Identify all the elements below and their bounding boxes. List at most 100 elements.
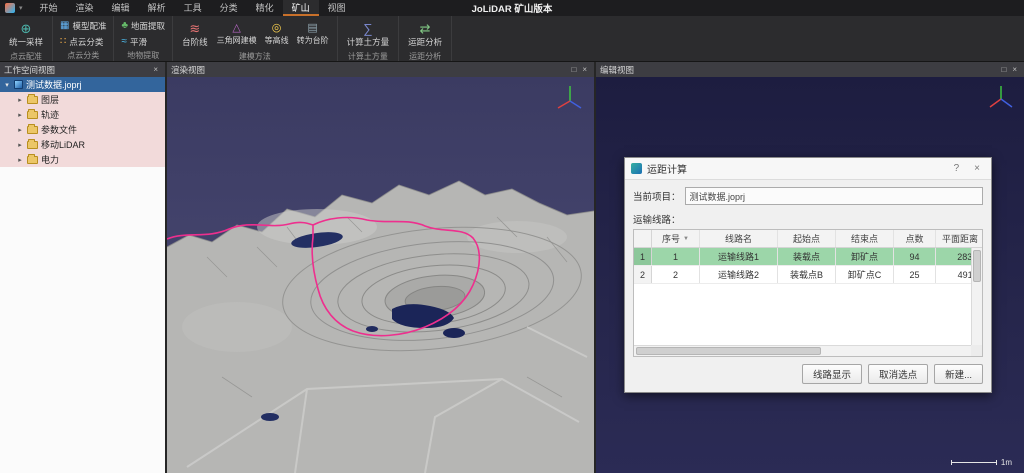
project-label: 测试数据.joprj <box>26 78 82 91</box>
col-plane-distance[interactable]: 平面距离（米） <box>936 230 983 247</box>
expander-icon[interactable]: ▸ <box>16 111 24 119</box>
tree-item-parameter-files[interactable]: ▸ 参数文件 <box>0 122 165 137</box>
expander-icon[interactable]: ▸ <box>16 126 24 134</box>
haul-distance-button[interactable]: ⇄ 运距分析 <box>403 17 447 51</box>
folder-icon <box>27 96 38 104</box>
menu-tab-start[interactable]: 开始 <box>31 0 67 16</box>
to-bench-button[interactable]: ▤ 转为台阶 <box>293 22 333 46</box>
point-cloud-scene[interactable] <box>167 77 594 473</box>
row-gutter[interactable]: 2 <box>634 266 652 283</box>
col-point-count[interactable]: 点数 <box>894 230 936 247</box>
app-logo-icon <box>5 3 15 13</box>
current-project-field[interactable] <box>685 187 983 205</box>
new-route-button[interactable]: 新建... <box>934 364 983 384</box>
show-route-button[interactable]: 线路显示 <box>802 364 862 384</box>
tree-item-label: 参数文件 <box>41 123 77 136</box>
tin-modeling-button[interactable]: △ 三角网建模 <box>213 22 261 46</box>
tin-icon: △ <box>232 22 240 35</box>
expander-icon[interactable]: ▸ <box>16 141 24 149</box>
folder-icon <box>27 111 38 119</box>
cell-seq: 2 <box>652 266 700 283</box>
folder-icon <box>27 126 38 134</box>
cell-seq: 1 <box>652 248 700 265</box>
close-icon[interactable]: × <box>1009 65 1020 74</box>
contour-button[interactable]: ◎ 等高线 <box>261 22 293 46</box>
tree-item-power[interactable]: ▸ 电力 <box>0 152 165 167</box>
ribbon-group-registration: ⊕ 统一采样 点云配准 <box>0 16 53 61</box>
title-bar: ▾ 开始 渲染 编辑 解析 工具 分类 精化 矿山 视图 JoLiDAR 矿山版… <box>0 0 1024 16</box>
render-panel: 渲染视图 □ × <box>167 62 594 473</box>
menu-tab-refine[interactable]: 精化 <box>247 0 283 16</box>
scrollbar-thumb[interactable] <box>973 250 981 282</box>
contour-icon: ◎ <box>272 22 282 35</box>
col-start-point[interactable]: 起始点 <box>778 230 836 247</box>
compute-volume-button[interactable]: ∑ 计算土方量 <box>342 17 395 51</box>
col-route-name[interactable]: 线路名 <box>700 230 778 247</box>
cell-start-point: 装载点 <box>778 248 836 265</box>
menu-tab-render[interactable]: 渲染 <box>67 0 103 16</box>
smooth-button[interactable]: ≈ 平滑 <box>118 35 168 49</box>
cell-route-name: 运输线路1 <box>700 248 778 265</box>
expander-icon[interactable]: ▸ <box>16 156 24 164</box>
volume-icon: ∑ <box>363 21 372 36</box>
menu-tab-classify[interactable]: 分类 <box>211 0 247 16</box>
3d-viewport[interactable] <box>167 77 594 473</box>
group-label: 点云配准 <box>4 51 48 62</box>
pond <box>366 326 378 332</box>
menu-tab-mine[interactable]: 矿山 <box>283 0 319 16</box>
table-row-route1[interactable]: 1 1 运输线路1 装载点 卸矿点 94 2834.05 2876.44 <box>634 248 982 266</box>
help-icon[interactable]: ? <box>949 163 965 174</box>
group-label: 运距分析 <box>403 51 447 62</box>
axis-gizmo-icon <box>986 83 1016 113</box>
ribbon-group-volume: ∑ 计算土方量 计算土方量 <box>338 16 400 61</box>
menu-tab-view[interactable]: 视图 <box>319 0 355 16</box>
close-icon[interactable]: × <box>150 65 161 74</box>
scrollbar-corner <box>971 345 982 356</box>
point-cloud-classify-button[interactable]: ∷ 点云分类 <box>57 35 109 49</box>
unified-sampling-button[interactable]: ⊕ 统一采样 <box>4 17 48 51</box>
folder-icon <box>27 141 38 149</box>
cancel-selection-button[interactable]: 取消选点 <box>868 364 928 384</box>
tree-root-project[interactable]: ▾ 测试数据.joprj <box>0 77 165 92</box>
close-icon[interactable]: × <box>579 65 590 74</box>
vertical-scrollbar[interactable] <box>971 248 982 345</box>
col-seq[interactable]: 序号 ▼ <box>652 230 700 247</box>
ground-icon: ♣ <box>121 21 128 31</box>
bench-line-button[interactable]: ≋ 台阶线 <box>177 17 213 51</box>
cell-route-name: 运输线路2 <box>700 266 778 283</box>
sort-icon[interactable]: ▼ <box>683 236 689 242</box>
group-label: 建模方法 <box>177 51 333 62</box>
close-icon[interactable]: × <box>969 163 985 174</box>
bench-line-icon: ≋ <box>189 21 200 36</box>
menu-tab-bar: 开始 渲染 编辑 解析 工具 分类 精化 矿山 视图 <box>31 0 355 16</box>
edit-viewport[interactable]: 1m 运距计算 ? × 当前项目： 运输线路： <box>596 77 1024 473</box>
tree-item-label: 图层 <box>41 93 59 106</box>
slope-highlight <box>182 302 292 352</box>
table-row-route2[interactable]: 2 2 运输线路2 装载点B 卸矿点C 25 4911.27 4963.48 <box>634 266 982 284</box>
menu-tab-edit[interactable]: 编辑 <box>103 0 139 16</box>
float-icon[interactable]: □ <box>568 65 579 74</box>
tree-item-layers[interactable]: ▸ 图层 <box>0 92 165 107</box>
ribbon-group-haul-analysis: ⇄ 运距分析 运距分析 <box>399 16 452 61</box>
expander-icon[interactable]: ▸ <box>16 96 24 104</box>
tree-item-trajectory[interactable]: ▸ 轨迹 <box>0 107 165 122</box>
dialog-icon <box>631 163 642 174</box>
horizontal-scrollbar[interactable] <box>634 345 971 356</box>
menu-tab-tools[interactable]: 工具 <box>175 0 211 16</box>
workspace-panel: 工作空间视图 × ▾ 测试数据.joprj ▸ 图层 ▸ 轨迹 ▸ <box>0 62 165 473</box>
current-project-label: 当前项目： <box>633 189 681 203</box>
classify-icon: ∷ <box>60 37 66 47</box>
tree-item-mobile-lidar[interactable]: ▸ 移动LiDAR <box>0 137 165 152</box>
ground-extraction-button[interactable]: ♣ 地面提取 <box>118 19 168 33</box>
col-end-point[interactable]: 结束点 <box>836 230 894 247</box>
model-registration-button[interactable]: ▦ 模型配准 <box>57 19 109 33</box>
render-panel-header: 渲染视图 □ × <box>167 62 594 77</box>
chevron-down-icon[interactable]: ▾ <box>19 4 23 12</box>
scrollbar-thumb[interactable] <box>636 347 821 355</box>
expander-icon[interactable]: ▾ <box>3 81 11 89</box>
float-icon[interactable]: □ <box>998 65 1009 74</box>
dialog-title-bar[interactable]: 运距计算 ? × <box>625 158 991 180</box>
row-gutter[interactable]: 1 <box>634 248 652 265</box>
scale-bar: 1m <box>951 458 1012 467</box>
menu-tab-analyze[interactable]: 解析 <box>139 0 175 16</box>
